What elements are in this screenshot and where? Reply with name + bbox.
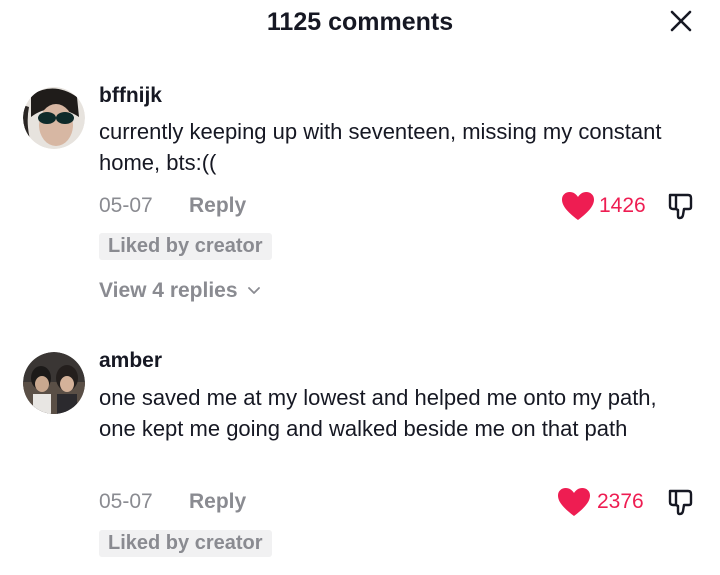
heart-icon[interactable] [561, 191, 595, 221]
close-icon[interactable] [666, 6, 696, 36]
liked-by-creator-badge: Liked by creator [99, 530, 272, 557]
chevron-down-icon [248, 287, 261, 295]
reply-button[interactable]: Reply [189, 194, 246, 218]
comment-count-title: 1125 comments [266, 8, 454, 36]
avatar[interactable] [23, 87, 85, 149]
comment-text: one saved me at my lowest and helped me … [99, 385, 657, 441]
dislike-icon[interactable] [666, 487, 696, 517]
liked-by-creator-badge: Liked by creator [99, 233, 272, 260]
comment-date: 05-07 [99, 490, 153, 513]
view-replies-button[interactable]: View 4 replies [99, 279, 261, 303]
comments-header: 1125 comments [0, 0, 720, 48]
comment-username[interactable]: bffnijk [99, 84, 162, 108]
comment-text: currently keeping up with seventeen, mis… [99, 119, 662, 175]
dislike-icon[interactable] [666, 191, 696, 221]
like-count: 1426 [599, 194, 646, 217]
comment-username[interactable]: amber [99, 349, 162, 373]
view-replies-label: View 4 replies [99, 279, 238, 302]
heart-icon[interactable] [557, 487, 591, 517]
like-count: 2376 [597, 490, 644, 513]
comment-date: 05-07 [99, 194, 153, 217]
avatar[interactable] [23, 352, 85, 414]
reply-button[interactable]: Reply [189, 490, 246, 514]
